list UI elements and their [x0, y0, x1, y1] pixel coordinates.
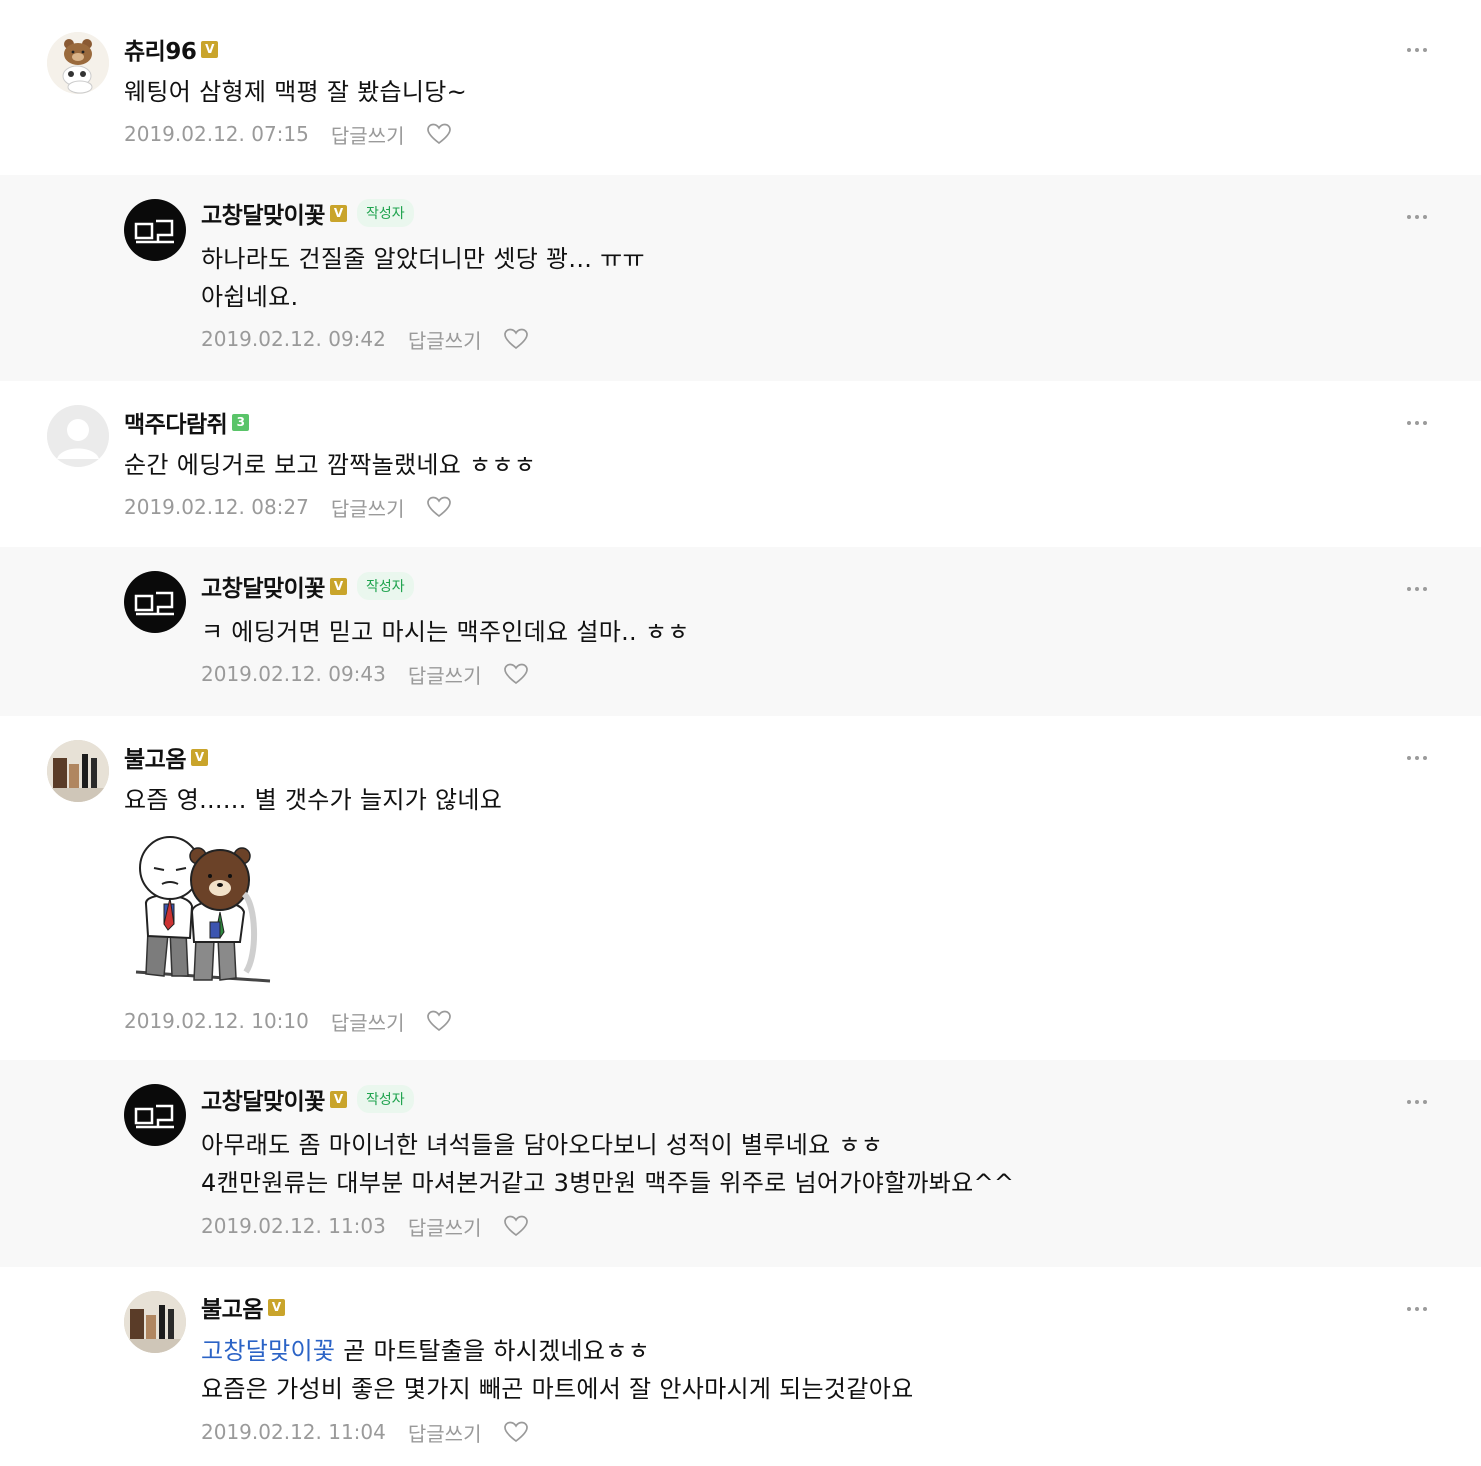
- reply-comment: 불고옴 V 고창달맞이꽃 곧 마트탈출을 하시겠네요ㅎㅎ 요즘은 가성비 좋은 …: [0, 1267, 1481, 1466]
- heart-icon[interactable]: [503, 1420, 529, 1444]
- author-tag: 작성자: [356, 1085, 414, 1113]
- more-dots-icon[interactable]: [1407, 45, 1431, 55]
- logo-avatar-icon: [134, 1104, 174, 1129]
- avatar[interactable]: [124, 1084, 186, 1146]
- heart-icon[interactable]: [426, 122, 452, 146]
- avatar[interactable]: [124, 571, 186, 633]
- comment-date: 2019.02.12. 11:04: [201, 1420, 386, 1444]
- comment-meta: 2019.02.12. 08:27 답글쓰기: [124, 492, 452, 522]
- logo-avatar-icon: [134, 591, 174, 616]
- heart-icon[interactable]: [426, 495, 452, 519]
- author-name[interactable]: 맥주다람쥐: [124, 405, 228, 439]
- level-badge-icon: V: [329, 577, 347, 595]
- comment-text: 요즘 영...... 별 갯수가 늘지가 않네요: [124, 786, 503, 814]
- author-row: 고창달맞이꽃 V 작성자: [201, 196, 414, 230]
- author-name[interactable]: 고창달맞이꽃: [201, 196, 325, 230]
- comment-text: 고창달맞이꽃 곧 마트탈출을 하시겠네요ㅎㅎ 요즘은 가성비 좋은 몇가지 빼곤…: [201, 1337, 914, 1403]
- avatar[interactable]: [124, 199, 186, 261]
- comment: 츄리96 V 웨팅어 삼형제 맥평 잘 봤습니당~ 2019.02.12. 07…: [0, 0, 1481, 175]
- author-name[interactable]: 고창달맞이꽃: [201, 1082, 325, 1116]
- mention-link[interactable]: 고창달맞이꽃: [201, 1337, 335, 1365]
- avatar[interactable]: [124, 1291, 186, 1353]
- comment-meta: 2019.02.12. 11:04 답글쓰기: [201, 1417, 529, 1447]
- author-name[interactable]: 고창달맞이꽃: [201, 569, 325, 603]
- comment-date: 2019.02.12. 10:10: [124, 1009, 309, 1033]
- comment-text: 하나라도 건질줄 알았더니만 셋당 꽝... ㅠㅠ 아쉽네요.: [201, 245, 645, 311]
- author-row: 불고옴 V: [124, 740, 208, 774]
- comment-text: ㅋ 에딩거면 믿고 마시는 맥주인데요 설마.. ㅎㅎ: [201, 618, 690, 646]
- sticker-image[interactable]: [134, 834, 272, 984]
- reply-button[interactable]: 답글쓰기: [331, 1007, 405, 1036]
- default-avatar-icon: [47, 405, 109, 467]
- comment-meta: 2019.02.12. 10:10 답글쓰기: [124, 1006, 452, 1036]
- more-dots-icon[interactable]: [1407, 418, 1431, 428]
- reply-button[interactable]: 답글쓰기: [331, 120, 405, 149]
- reply-button[interactable]: 답글쓰기: [408, 660, 482, 689]
- heart-icon[interactable]: [503, 662, 529, 686]
- reply-comment: 고창달맞이꽃 V 작성자 아무래도 좀 마이너한 녀석들을 담아오다보니 성적이…: [0, 1060, 1481, 1267]
- heart-icon[interactable]: [503, 1214, 529, 1238]
- comment-date: 2019.02.12. 07:15: [124, 122, 309, 146]
- reply-button[interactable]: 답글쓰기: [408, 325, 482, 354]
- reply-comment: 고창달맞이꽃 V 작성자 하나라도 건질줄 알았더니만 셋당 꽝... ㅠㅠ 아…: [0, 175, 1481, 381]
- comment-date: 2019.02.12. 08:27: [124, 495, 309, 519]
- author-row: 불고옴 V: [201, 1290, 285, 1324]
- more-dots-icon[interactable]: [1407, 584, 1431, 594]
- more-dots-icon[interactable]: [1407, 1304, 1431, 1314]
- comment-text: 순간 에딩거로 보고 깜짝놀랬네요 ㅎㅎㅎ: [124, 451, 537, 479]
- reply-button[interactable]: 답글쓰기: [408, 1212, 482, 1241]
- level-badge-icon: V: [329, 1090, 347, 1108]
- comment-meta: 2019.02.12. 09:43 답글쓰기: [201, 659, 529, 689]
- author-name[interactable]: 불고옴: [201, 1290, 263, 1324]
- author-name[interactable]: 불고옴: [124, 740, 186, 774]
- comment-meta: 2019.02.12. 09:42 답글쓰기: [201, 324, 529, 354]
- comment-text: 아무래도 좀 마이너한 녀석들을 담아오다보니 성적이 별루네요 ㅎㅎ 4캔만원…: [201, 1131, 1015, 1197]
- author-name[interactable]: 츄리96: [124, 32, 197, 66]
- comment-date: 2019.02.12. 09:42: [201, 327, 386, 351]
- author-row: 츄리96 V: [124, 32, 219, 66]
- avatar[interactable]: [47, 32, 109, 94]
- author-tag: 작성자: [356, 199, 414, 227]
- heart-icon[interactable]: [503, 327, 529, 351]
- reply-button[interactable]: 답글쓰기: [331, 493, 405, 522]
- bottles-avatar-icon: [47, 740, 109, 802]
- author-tag: 작성자: [356, 572, 414, 600]
- bottles-avatar-icon: [124, 1291, 186, 1353]
- logo-avatar-icon: [134, 219, 174, 244]
- comment: 불고옴 V 요즘 영...... 별 갯수가 늘지가 않네요 2019.02.1…: [0, 716, 1481, 1060]
- reply-button[interactable]: 답글쓰기: [408, 1418, 482, 1447]
- comment-text: 웨팅어 삼형제 맥평 잘 봤습니당~: [124, 78, 468, 106]
- author-row: 맥주다람쥐 3: [124, 405, 250, 439]
- avatar[interactable]: [47, 405, 109, 467]
- heart-icon[interactable]: [426, 1009, 452, 1033]
- comment-date: 2019.02.12. 11:03: [201, 1214, 386, 1238]
- comment-meta: 2019.02.12. 07:15 답글쓰기: [124, 119, 452, 149]
- bear-avatar-icon: [47, 32, 109, 94]
- more-dots-icon[interactable]: [1407, 1097, 1431, 1107]
- avatar[interactable]: [47, 740, 109, 802]
- more-dots-icon[interactable]: [1407, 753, 1431, 763]
- level-badge-icon: V: [329, 204, 347, 222]
- level-badge-icon: V: [267, 1298, 285, 1316]
- comment: 맥주다람쥐 3 순간 에딩거로 보고 깜짝놀랬네요 ㅎㅎㅎ 2019.02.12…: [0, 381, 1481, 547]
- more-dots-icon[interactable]: [1407, 212, 1431, 222]
- level-badge-icon: V: [190, 748, 208, 766]
- author-row: 고창달맞이꽃 V 작성자: [201, 1082, 414, 1116]
- level-badge-icon: V: [201, 40, 219, 58]
- comment-date: 2019.02.12. 09:43: [201, 662, 386, 686]
- level-badge-icon: 3: [232, 413, 250, 431]
- author-row: 고창달맞이꽃 V 작성자: [201, 569, 414, 603]
- reply-comment: 고창달맞이꽃 V 작성자 ㅋ 에딩거면 믿고 마시는 맥주인데요 설마.. ㅎㅎ…: [0, 547, 1481, 716]
- comment-meta: 2019.02.12. 11:03 답글쓰기: [201, 1211, 529, 1241]
